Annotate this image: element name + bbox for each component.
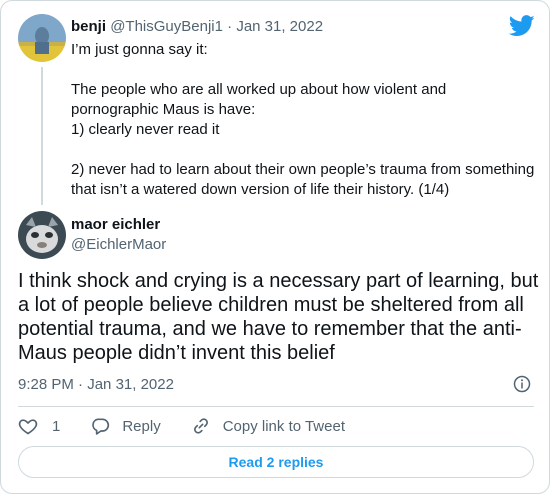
read-replies-button[interactable]: Read 2 replies <box>18 446 534 478</box>
comment-bubble-icon <box>92 418 110 435</box>
action-divider <box>18 406 534 407</box>
reply-author-handle[interactable]: @EichlerMaor <box>71 235 166 255</box>
header-separator: · <box>227 18 233 35</box>
reply-tweet-text: I think shock and crying is a necessary … <box>18 270 539 364</box>
tweet-embed-card: benji @ThisGuyBenji1 · Jan 31, 2022 I’m … <box>0 0 550 494</box>
reply-button[interactable]: Reply <box>90 416 161 436</box>
twitter-bird-icon[interactable] <box>509 15 535 37</box>
heart-icon <box>18 419 38 435</box>
avatar-maor-eichler[interactable] <box>18 211 66 259</box>
reply-date[interactable]: Jan 31, 2022 <box>87 376 174 393</box>
reply-timestamp[interactable]: 9:28 PM · Jan 31, 2022 <box>18 375 174 395</box>
copy-link-button[interactable]: Copy link to Tweet <box>191 416 345 436</box>
parent-author-name[interactable]: benji <box>71 18 106 35</box>
timestamp-separator: · <box>78 376 84 393</box>
like-button[interactable]: 1 <box>18 416 60 436</box>
parent-tweet-header: benji @ThisGuyBenji1 · Jan 31, 2022 <box>71 17 323 37</box>
info-icon[interactable] <box>513 375 531 393</box>
parent-author-handle[interactable]: @ThisGuyBenji1 <box>110 18 223 35</box>
link-icon <box>193 418 208 434</box>
thread-connector-line <box>41 67 43 205</box>
reply-author-name[interactable]: maor eichler <box>71 215 160 235</box>
parent-tweet-text: I’m just gonna say it: The people who ar… <box>71 41 535 198</box>
reply-time[interactable]: 9:28 PM <box>18 376 74 393</box>
tweet-actions: 1 Reply Copy link to Tweet <box>18 415 375 437</box>
reply-label: Reply <box>122 417 161 435</box>
avatar-benji[interactable] <box>18 14 66 62</box>
like-count: 1 <box>52 417 61 435</box>
copy-link-label: Copy link to Tweet <box>222 417 345 435</box>
parent-tweet-date[interactable]: Jan 31, 2022 <box>236 18 323 35</box>
